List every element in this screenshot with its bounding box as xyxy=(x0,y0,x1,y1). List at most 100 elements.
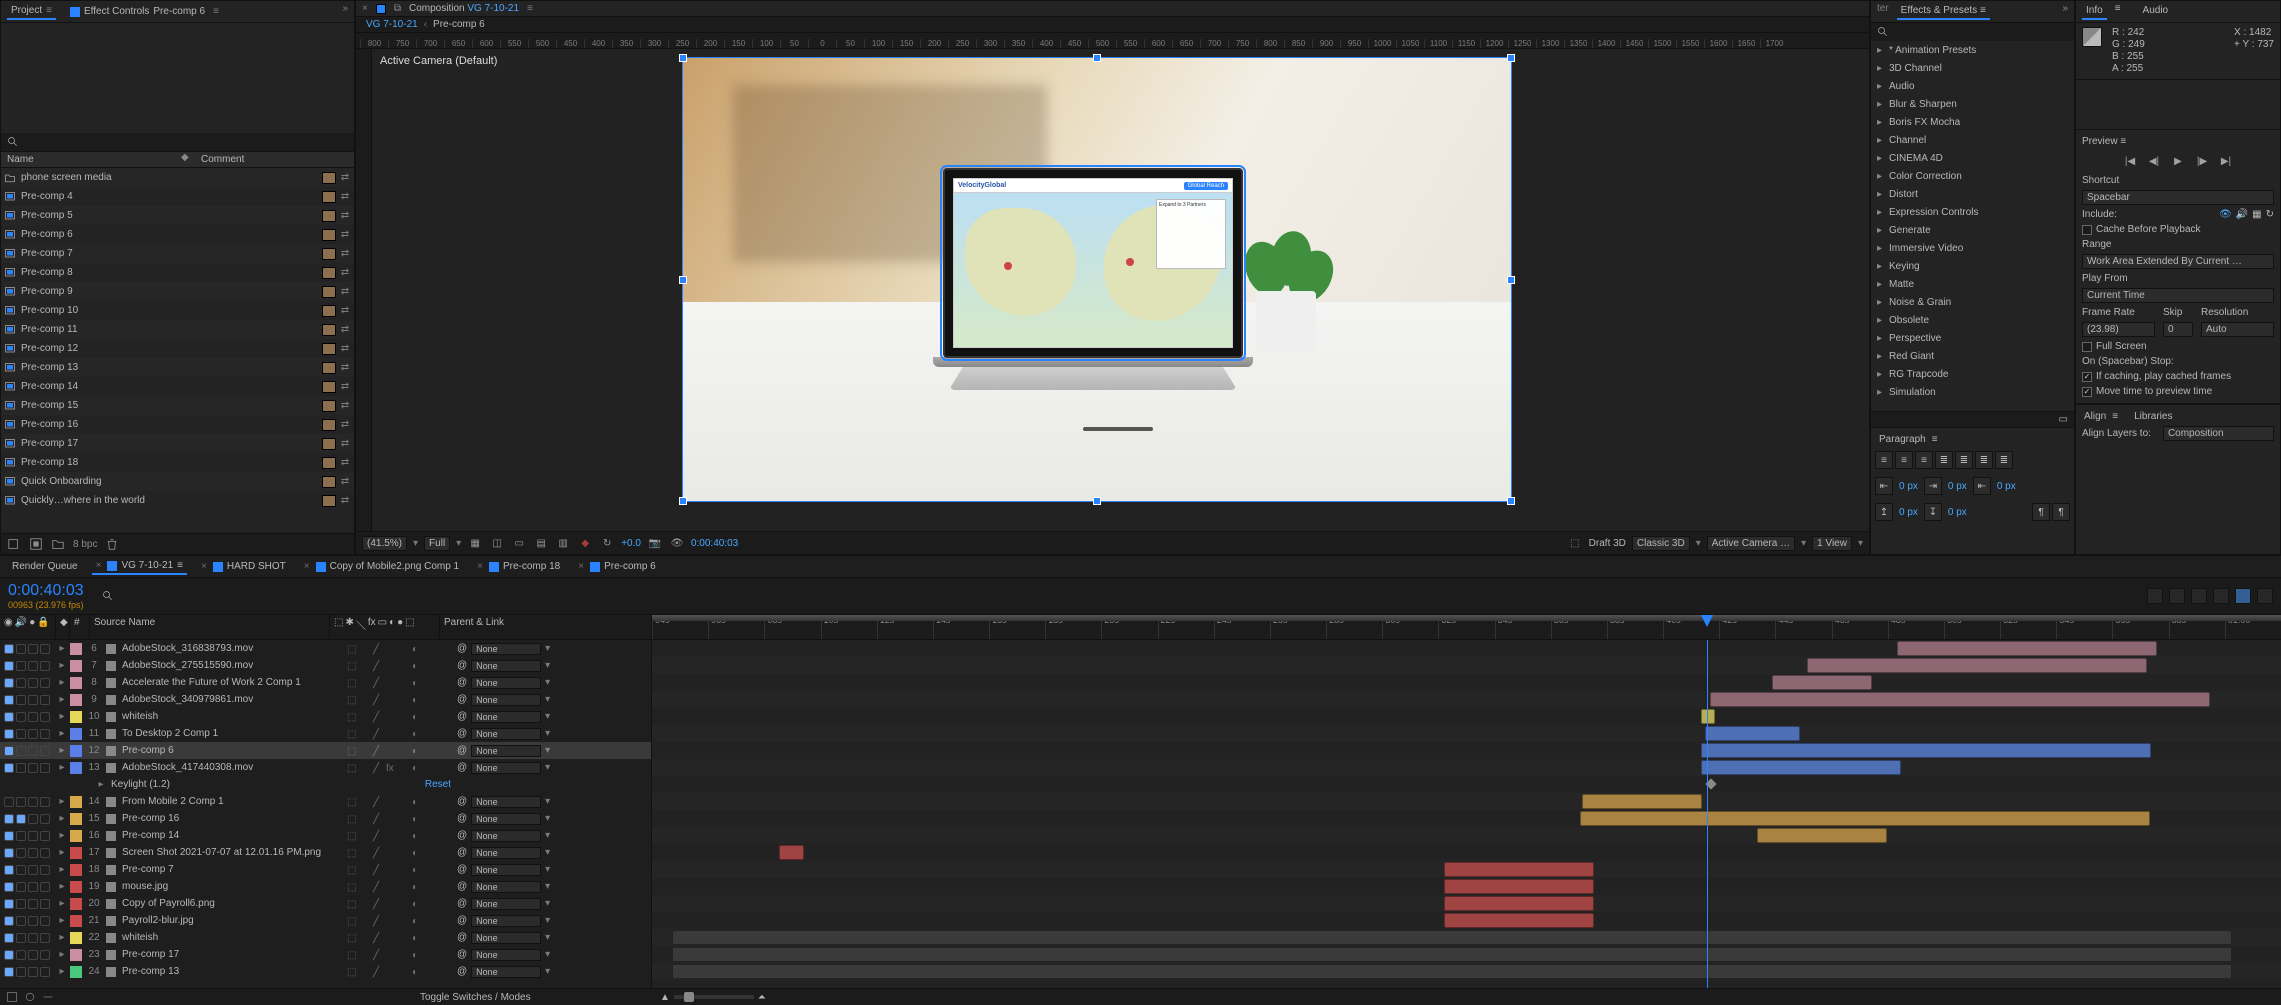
include-audio-icon[interactable]: 🔊 xyxy=(2236,209,2248,220)
tab-preview[interactable]: Preview xyxy=(2082,136,2118,147)
project-item[interactable]: Pre-comp 10⇄ xyxy=(1,301,354,320)
eye-toggle[interactable] xyxy=(4,797,14,807)
frame-blend-switch[interactable] xyxy=(399,695,409,705)
col-parent[interactable]: Parent & Link xyxy=(440,615,652,639)
shy-switch[interactable]: ⬚ xyxy=(347,899,357,909)
collapse-switch[interactable] xyxy=(360,865,370,875)
shy-switch[interactable]: ⬚ xyxy=(347,933,357,943)
toggle-switches-modes-button[interactable]: Toggle Switches / Modes xyxy=(420,992,531,1003)
effects-category[interactable]: ▸CINEMA 4D xyxy=(1871,149,2074,167)
eye-toggle[interactable] xyxy=(4,865,14,875)
layer-color[interactable] xyxy=(70,898,82,910)
time-ruler[interactable]: 04s06s08s10s12s14s16s18s20s22s24s26s28s3… xyxy=(652,615,2281,639)
project-item[interactable]: Pre-comp 17⇄ xyxy=(1,434,354,453)
collapse-switch[interactable] xyxy=(360,899,370,909)
adjustment-switch[interactable] xyxy=(425,712,435,722)
timeline-tab[interactable]: ×Pre-comp 18 xyxy=(473,559,564,574)
timeline-tab[interactable]: Render Queue xyxy=(8,559,82,574)
motion-blur-switch[interactable]: ◐ xyxy=(412,916,422,926)
3d-switch[interactable] xyxy=(438,848,448,858)
eye-toggle[interactable] xyxy=(4,831,14,841)
collapse-switch[interactable] xyxy=(360,644,370,654)
lock-toggle[interactable] xyxy=(40,831,50,841)
layer-name[interactable]: Copy of Payroll6.png xyxy=(118,898,343,909)
3d-switch[interactable] xyxy=(438,814,448,824)
collapse-switch[interactable] xyxy=(360,763,370,773)
quality-switch[interactable]: ╱ xyxy=(373,967,383,977)
parent-dropdown[interactable]: None xyxy=(471,898,541,910)
camera-dropdown[interactable]: Active Camera … xyxy=(1707,536,1795,551)
project-item[interactable]: Pre-comp 15⇄ xyxy=(1,396,354,415)
play-from-dropdown[interactable]: Current Time xyxy=(2082,288,2274,303)
effects-category[interactable]: ▸Perspective xyxy=(1871,329,2074,347)
pickwhip-icon[interactable]: @ xyxy=(457,813,467,824)
quality-switch[interactable]: ╱ xyxy=(373,763,383,773)
align-left-icon[interactable]: ≡ xyxy=(1875,451,1893,469)
quality-switch[interactable]: ╱ xyxy=(373,916,383,926)
audio-toggle[interactable] xyxy=(16,848,26,858)
adjustment-switch[interactable] xyxy=(425,933,435,943)
frame-blend-switch[interactable] xyxy=(399,746,409,756)
fx-switch[interactable] xyxy=(386,678,396,688)
eye-toggle[interactable] xyxy=(4,899,14,909)
pickwhip-icon[interactable]: @ xyxy=(457,881,467,892)
frame-blend-switch[interactable] xyxy=(399,882,409,892)
layer-color[interactable] xyxy=(70,643,82,655)
frame-blend-switch[interactable] xyxy=(399,712,409,722)
eye-toggle[interactable] xyxy=(4,814,14,824)
play-icon[interactable]: ▶ xyxy=(2170,153,2186,169)
shy-switch[interactable]: ⬚ xyxy=(347,678,357,688)
current-timecode[interactable]: 0:00:40:03 xyxy=(8,582,84,600)
lock-toggle[interactable] xyxy=(40,814,50,824)
motion-blur-switch[interactable]: ◐ xyxy=(412,644,422,654)
pickwhip-icon[interactable]: @ xyxy=(457,830,467,841)
solo-toggle[interactable] xyxy=(28,882,38,892)
pickwhip-icon[interactable]: @ xyxy=(457,796,467,807)
effect-name[interactable]: Keylight (1.2) xyxy=(107,779,425,790)
fx-switch[interactable] xyxy=(386,712,396,722)
layer-color[interactable] xyxy=(70,949,82,961)
audio-toggle[interactable] xyxy=(16,950,26,960)
adjustment-switch[interactable] xyxy=(425,950,435,960)
adjustment-switch[interactable] xyxy=(425,695,435,705)
motion-blur-switch[interactable]: ◐ xyxy=(412,967,422,977)
layer-name[interactable]: Accelerate the Future of Work 2 Comp 1 xyxy=(118,677,343,688)
effects-category[interactable]: ▸Obsolete xyxy=(1871,311,2074,329)
layer-name[interactable]: mouse.jpg xyxy=(118,881,343,892)
shy-switch[interactable]: ⬚ xyxy=(347,916,357,926)
resolution-dropdown[interactable]: Full xyxy=(424,536,450,551)
parent-dropdown[interactable]: None xyxy=(471,966,541,978)
effects-search[interactable] xyxy=(1871,23,2074,41)
layer-bar[interactable] xyxy=(1772,675,1872,690)
3d-switch[interactable] xyxy=(438,746,448,756)
audio-toggle[interactable] xyxy=(16,763,26,773)
pickwhip-icon[interactable]: @ xyxy=(457,711,467,722)
col-switches[interactable]: ⬚✱＼fx▭◐●⬚ xyxy=(330,615,440,639)
pickwhip-icon[interactable]: @ xyxy=(457,864,467,875)
parent-dropdown[interactable]: None xyxy=(471,660,541,672)
lock-toggle[interactable] xyxy=(40,763,50,773)
parent-dropdown[interactable]: None xyxy=(471,949,541,961)
comp-mini-flowchart-icon[interactable] xyxy=(2147,588,2163,604)
parent-dropdown[interactable]: None xyxy=(471,932,541,944)
lock-toggle[interactable] xyxy=(40,797,50,807)
tab-effects-presets[interactable]: Effects & Presets ≡ xyxy=(1897,3,1990,20)
pickwhip-icon[interactable]: @ xyxy=(457,949,467,960)
text-direction-rtl-icon[interactable]: ¶ xyxy=(2052,503,2070,521)
project-col-name[interactable]: Name xyxy=(1,152,181,167)
effects-category[interactable]: ▸Boris FX Mocha xyxy=(1871,113,2074,131)
composition-tab[interactable]: Composition VG 7-10-21 xyxy=(409,3,519,14)
space-before-value[interactable]: 0 px xyxy=(1899,507,1918,518)
pickwhip-icon[interactable]: @ xyxy=(457,677,467,688)
3d-switch[interactable] xyxy=(438,695,448,705)
eye-toggle[interactable] xyxy=(4,967,14,977)
collapse-switch[interactable] xyxy=(360,746,370,756)
layer-list[interactable]: ▸ 6 AdobeStock_316838793.mov ⬚ ╱ ◐ @None… xyxy=(0,640,652,988)
3d-switch[interactable] xyxy=(438,661,448,671)
layer-name[interactable]: Pre-comp 17 xyxy=(118,949,343,960)
layer-row[interactable]: ▸ 12 Pre-comp 6 ⬚ ╱ ◐ @None▾ xyxy=(0,742,651,759)
eye-toggle[interactable] xyxy=(4,763,14,773)
project-item[interactable]: phone screen media⇄ xyxy=(1,168,354,187)
layer-row[interactable]: ▸ 16 Pre-comp 14 ⬚ ╱ ◐ @None▾ xyxy=(0,827,651,844)
layer-row[interactable]: ▸ 19 mouse.jpg ⬚ ╱ ◐ @None▾ xyxy=(0,878,651,895)
